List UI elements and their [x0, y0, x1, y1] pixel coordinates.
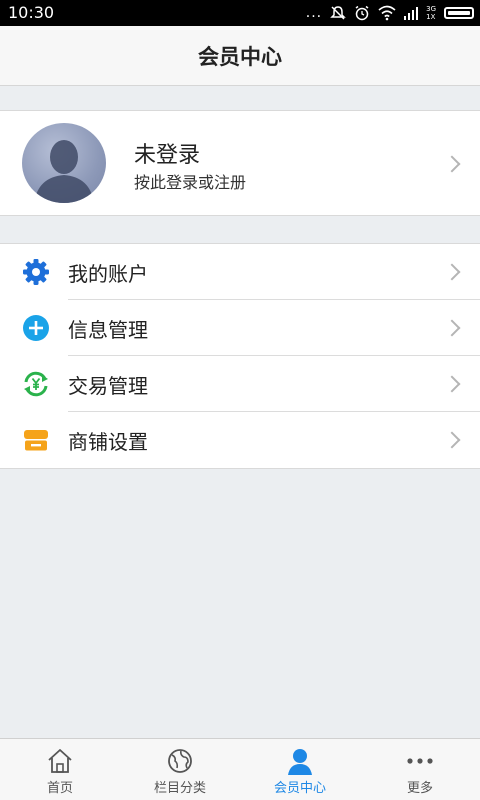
chevron-right-icon: [443, 319, 461, 337]
page-title: 会员中心: [198, 44, 282, 69]
tab-categories[interactable]: 栏目分类: [120, 739, 240, 800]
menu-item-store-settings[interactable]: 商铺设置: [0, 412, 480, 468]
menu-item-label: 交易管理: [68, 374, 148, 398]
tab-label: 会员中心: [273, 781, 326, 796]
wifi-icon: [378, 5, 396, 21]
store-icon: [24, 430, 48, 451]
globe-icon: [168, 749, 192, 773]
status-icons: ... 3G 1X: [306, 3, 474, 23]
menu-item-label: 商铺设置: [68, 430, 148, 454]
tab-label: 首页: [46, 781, 73, 796]
profile-name: 未登录: [134, 143, 201, 168]
menu-item-info-management[interactable]: 信息管理: [0, 300, 480, 356]
bottom-tab-bar: 首页 栏目分类 会员中心 更多: [0, 738, 480, 800]
chevron-right-icon: [443, 155, 461, 173]
mute-bell-icon: [330, 6, 346, 20]
person-silhouette-icon: [34, 140, 94, 203]
avatar: [22, 123, 106, 203]
chevron-right-icon: [443, 431, 461, 449]
signal-icon: [404, 7, 419, 20]
status-time: 10:30: [8, 3, 55, 22]
gear-icon: [23, 259, 49, 285]
menu-item-trade-management[interactable]: 交易管理: [0, 356, 480, 412]
yen-exchange-icon: [24, 371, 48, 397]
person-icon: [288, 749, 312, 775]
tab-member-center[interactable]: 会员中心: [240, 739, 360, 800]
chevron-right-icon: [443, 263, 461, 281]
plus-circle-icon: [23, 315, 49, 341]
menu-item-label: 信息管理: [68, 318, 148, 342]
tab-home[interactable]: 首页: [0, 739, 120, 800]
more-dots-icon: [407, 758, 433, 764]
top-header: 会员中心: [0, 26, 480, 86]
status-bar: 10:30 ... 3G 1X: [0, 0, 480, 26]
battery-icon: [444, 7, 474, 19]
menu-item-my-account[interactable]: 我的账户: [0, 244, 480, 300]
profile-login-row[interactable]: 未登录 按此登录或注册: [0, 110, 480, 216]
alarm-icon: [355, 5, 369, 21]
member-menu: 我的账户 信息管理 交易管理 商铺设置: [0, 243, 480, 469]
tab-label: 更多: [406, 781, 433, 796]
chevron-right-icon: [443, 375, 461, 393]
profile-login-hint: 按此登录或注册: [134, 173, 247, 192]
tab-more[interactable]: 更多: [360, 739, 480, 800]
home-icon: [48, 749, 72, 773]
network-type: 3G 1X: [426, 5, 436, 21]
tab-label: 栏目分类: [153, 781, 206, 796]
notification-dots-icon: ...: [305, 5, 323, 21]
menu-item-label: 我的账户: [68, 262, 148, 286]
